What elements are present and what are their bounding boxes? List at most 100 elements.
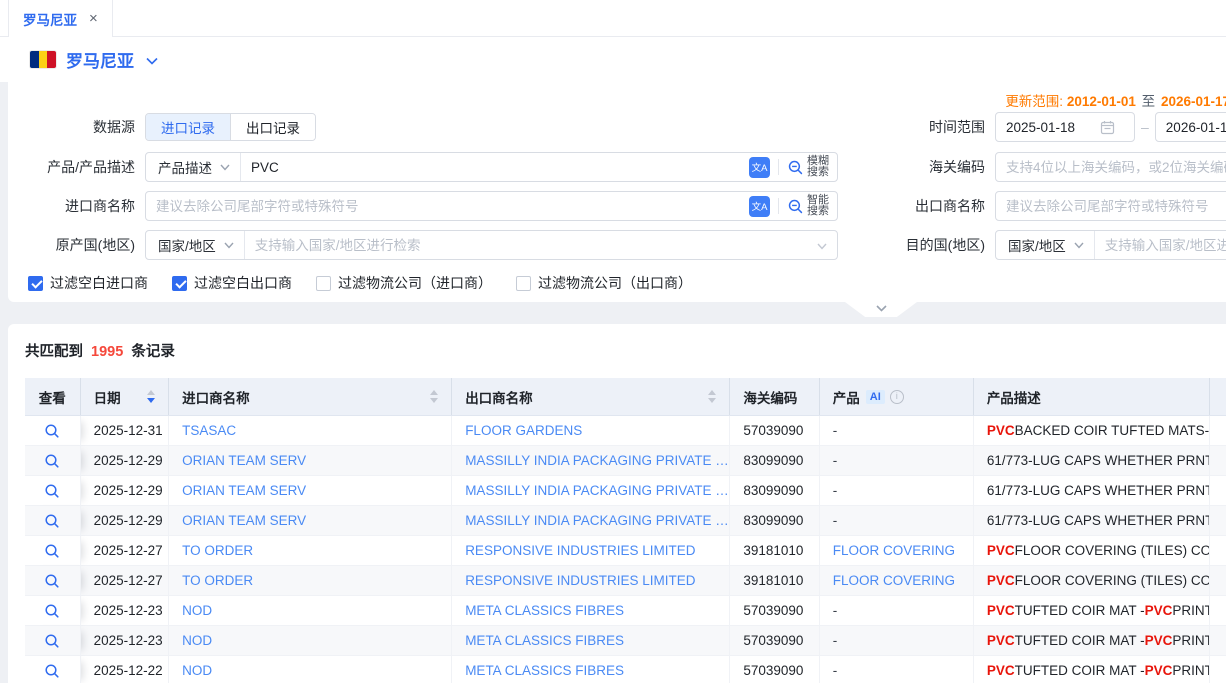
- exporter-link[interactable]: MASSILLY INDIA PACKAGING PRIVATE LIMI...: [465, 453, 729, 468]
- chevron-down-icon[interactable]: [817, 237, 837, 253]
- importer-input[interactable]: [146, 192, 741, 220]
- description-text: FLOOR COVERING (TILES) CONT...: [1015, 573, 1211, 588]
- date-cell: 2025-12-23: [81, 596, 169, 626]
- view-record-button[interactable]: [25, 566, 81, 596]
- destination-type-select[interactable]: 国家/地区: [996, 231, 1095, 259]
- description-cell: PVC BACKED COIR TUFTED MATS-P...: [974, 416, 1210, 446]
- exporter-link[interactable]: FLOOR GARDENS: [465, 423, 582, 438]
- sort-asc-icon[interactable]: [708, 390, 716, 395]
- product-link[interactable]: FLOOR COVERING: [833, 573, 955, 588]
- importer-link[interactable]: ORIAN TEAM SERV: [182, 513, 306, 528]
- sort-control-date[interactable]: [147, 390, 155, 403]
- date-cell: 2025-12-23: [81, 626, 169, 656]
- tab-export-records[interactable]: 出口记录: [230, 114, 315, 140]
- column-label: 出口商名称: [465, 387, 533, 407]
- view-record-button[interactable]: [25, 656, 81, 683]
- sort-desc-icon[interactable]: [147, 398, 155, 403]
- update-range-to: 2026-01-17: [1161, 94, 1226, 109]
- product-empty: -: [833, 483, 838, 498]
- view-record-button[interactable]: [25, 476, 81, 506]
- keyword-highlight: PVC: [1145, 633, 1173, 648]
- description-text: TUFTED COIR MAT -: [1015, 633, 1145, 648]
- origin-type-select[interactable]: 国家/地区: [146, 231, 245, 259]
- date-to-input[interactable]: [1155, 112, 1226, 142]
- view-record-button[interactable]: [25, 536, 81, 566]
- divider: [778, 198, 779, 214]
- exporter-cell: FLOOR GARDENS: [452, 416, 730, 446]
- view-record-button[interactable]: [25, 416, 81, 446]
- overflow-cell: [1210, 506, 1226, 536]
- exporter-input[interactable]: [995, 191, 1226, 221]
- product-link[interactable]: FLOOR COVERING: [833, 543, 955, 558]
- keyword-highlight: PVC: [987, 633, 1015, 648]
- chevron-down-icon: [224, 242, 234, 249]
- date-from-input[interactable]: [995, 112, 1135, 142]
- calendar-icon: [1100, 120, 1115, 135]
- table-row: 2025-12-29ORIAN TEAM SERVMASSILLY INDIA …: [25, 476, 1226, 506]
- importer-link[interactable]: NOD: [182, 603, 212, 618]
- date-to-value[interactable]: [1166, 120, 1226, 135]
- checkbox-filter-blank-importer[interactable]: 过滤空白进口商: [28, 273, 148, 293]
- sort-desc-icon[interactable]: [430, 398, 438, 403]
- exporter-link[interactable]: MASSILLY INDIA PACKAGING PRIVATE LIMI...: [465, 513, 729, 528]
- checkbox-filter-logistics-exporter[interactable]: 过滤物流公司（出口商）: [516, 273, 692, 293]
- checkbox-filter-blank-exporter[interactable]: 过滤空白出口商: [172, 273, 292, 293]
- checkbox-checked-icon[interactable]: [28, 276, 43, 291]
- checkbox-unchecked-icon[interactable]: [516, 276, 531, 291]
- exporter-link[interactable]: META CLASSICS FIBRES: [465, 663, 624, 678]
- checkbox-unchecked-icon[interactable]: [316, 276, 331, 291]
- sort-asc-icon[interactable]: [147, 390, 155, 395]
- importer-link[interactable]: NOD: [182, 663, 212, 678]
- fuzzy-search-button[interactable]: 模糊 搜索: [787, 156, 829, 179]
- hs-code-input[interactable]: [995, 152, 1226, 182]
- destination-input[interactable]: [1095, 231, 1226, 259]
- origin-input[interactable]: [245, 231, 817, 259]
- description-cell: 61/773-LUG CAPS WHETHER PRNTD...: [974, 446, 1210, 476]
- tab-close-icon[interactable]: ×: [89, 11, 98, 26]
- chevron-down-icon[interactable]: [146, 52, 158, 68]
- product-type-select[interactable]: 产品描述: [146, 153, 241, 181]
- table-row: 2025-12-31TSASACFLOOR GARDENS57039090-PV…: [25, 416, 1226, 446]
- exporter-link[interactable]: RESPONSIVE INDUSTRIES LIMITED: [465, 573, 695, 588]
- description-text: 61/773-LUG CAPS WHETHER PRNTD...: [987, 453, 1210, 468]
- info-icon[interactable]: i: [890, 390, 904, 404]
- translate-icon[interactable]: 文A: [749, 157, 770, 178]
- magnifier-icon: [44, 453, 60, 469]
- sort-desc-icon[interactable]: [708, 398, 716, 403]
- filter-checkbox-row: 过滤空白进口商 过滤空白出口商 过滤物流公司（进口商） 过滤物流公司（出口商）: [28, 273, 1226, 293]
- column-importer: 进口商名称: [169, 378, 452, 415]
- exporter-link[interactable]: MASSILLY INDIA PACKAGING PRIVATE LIMI...: [465, 483, 729, 498]
- exporter-link[interactable]: META CLASSICS FIBRES: [465, 633, 624, 648]
- date-cell: 2025-12-22: [81, 656, 169, 683]
- view-record-button[interactable]: [25, 626, 81, 656]
- importer-link[interactable]: TO ORDER: [182, 543, 253, 558]
- magnifier-icon: [44, 483, 60, 499]
- date-cell: 2025-12-29: [81, 446, 169, 476]
- exporter-link[interactable]: RESPONSIVE INDUSTRIES LIMITED: [465, 543, 695, 558]
- importer-cell: TO ORDER: [169, 536, 452, 566]
- column-label: 进口商名称: [182, 387, 250, 407]
- exporter-link[interactable]: META CLASSICS FIBRES: [465, 603, 624, 618]
- checkbox-checked-icon[interactable]: [172, 276, 187, 291]
- tab-romania[interactable]: 罗马尼亚 ×: [8, 0, 113, 37]
- product-input[interactable]: [241, 153, 741, 181]
- importer-link[interactable]: ORIAN TEAM SERV: [182, 483, 306, 498]
- smart-search-button[interactable]: 智能 搜索: [787, 195, 829, 218]
- view-record-button[interactable]: [25, 446, 81, 476]
- checkbox-filter-logistics-importer[interactable]: 过滤物流公司（进口商）: [316, 273, 492, 293]
- view-record-button[interactable]: [25, 596, 81, 626]
- tab-import-records[interactable]: 进口记录: [146, 114, 230, 140]
- translate-icon[interactable]: 文A: [749, 196, 770, 217]
- importer-link[interactable]: TO ORDER: [182, 573, 253, 588]
- sort-control-exporter[interactable]: [708, 390, 716, 403]
- importer-link[interactable]: ORIAN TEAM SERV: [182, 453, 306, 468]
- date-from-value[interactable]: [1006, 120, 1094, 135]
- view-record-button[interactable]: [25, 506, 81, 536]
- sort-control-importer[interactable]: [430, 390, 438, 403]
- product-empty: -: [833, 513, 838, 528]
- product-cell: -: [820, 626, 974, 656]
- sort-asc-icon[interactable]: [430, 390, 438, 395]
- date-cell: 2025-12-27: [81, 566, 169, 596]
- importer-link[interactable]: NOD: [182, 633, 212, 648]
- importer-link[interactable]: TSASAC: [182, 423, 236, 438]
